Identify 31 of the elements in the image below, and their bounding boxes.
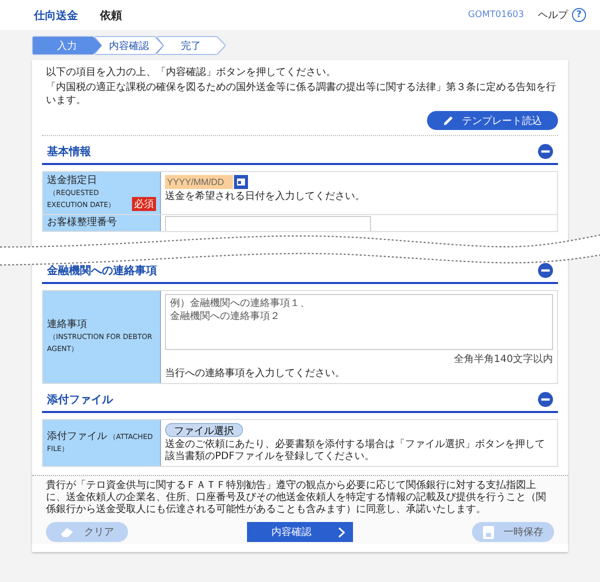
section-title: 金融機関への連絡事項 [47,263,157,278]
section-title: 基本情報 [47,144,91,159]
hint-text: 当行への連絡事項を入力してください。 [165,368,346,380]
template-button[interactable]: テンプレート読込 [427,111,558,130]
collapse-icon[interactable] [538,392,553,407]
help-icon[interactable]: ? [572,8,586,22]
hint-text: 送金のご依頼にあたり、必要書類を添付する場合は「ファイル選択」ボタンを押して該当書類のPDFファイルを登録してください。 [165,439,546,463]
pencil-icon [443,115,454,126]
intro-text: 「内国税の適正な課税の確保を図るための国外送金等に係る調書の提出等に関する法律」第３条に定める告知を行います。 [45,81,557,107]
eraser-icon [60,526,74,538]
section-title: 添付ファイル [47,392,113,407]
collapse-icon[interactable] [538,144,553,159]
calendar-icon[interactable] [234,175,248,189]
required-badge: 必須 [132,197,156,211]
page-title: 仕向送金 [34,8,78,22]
field-label: お客様整理番号 [47,217,117,229]
collapse-icon[interactable] [538,263,553,278]
instruction-field[interactable]: 例）金融機関への連絡事項１、金融機関への連絡事項２ [165,294,553,350]
limit-text: 全角半角140文字以内 [454,352,553,366]
document-icon [482,526,494,538]
help-link[interactable]: ヘルプ [538,8,568,22]
hint-text: 送金を希望される日付を入力してください。 [165,191,366,203]
reference-field[interactable] [165,216,371,231]
intro-text: 以下の項目を入力の上、「内容確認」ボタンを押してください。 [45,66,337,79]
confirm-button[interactable]: 内容確認 [247,522,353,542]
file-select-button[interactable]: ファイル選択 [165,423,243,437]
date-field[interactable]: YYYY/MM/DD [165,175,233,189]
page-subtitle: 依頼 [100,8,122,22]
screen-id: GOMT01603 [468,10,524,20]
consent-text: 貴行が「テロ資金供与に関するＦＡＴＦ特別勧告」遵守の観点から必要に応じて関係銀行に対する支払指図上に、送金依頼人の企業名、住所、口座番号及びその他送金依頼人を特定する情報の記載及び提供を行うこと（関係銀行から送金受取人にも伝達される可能性があることも含みます）に同意し、承諾いたします。 [46,480,547,516]
chevron-right-icon [338,526,345,538]
